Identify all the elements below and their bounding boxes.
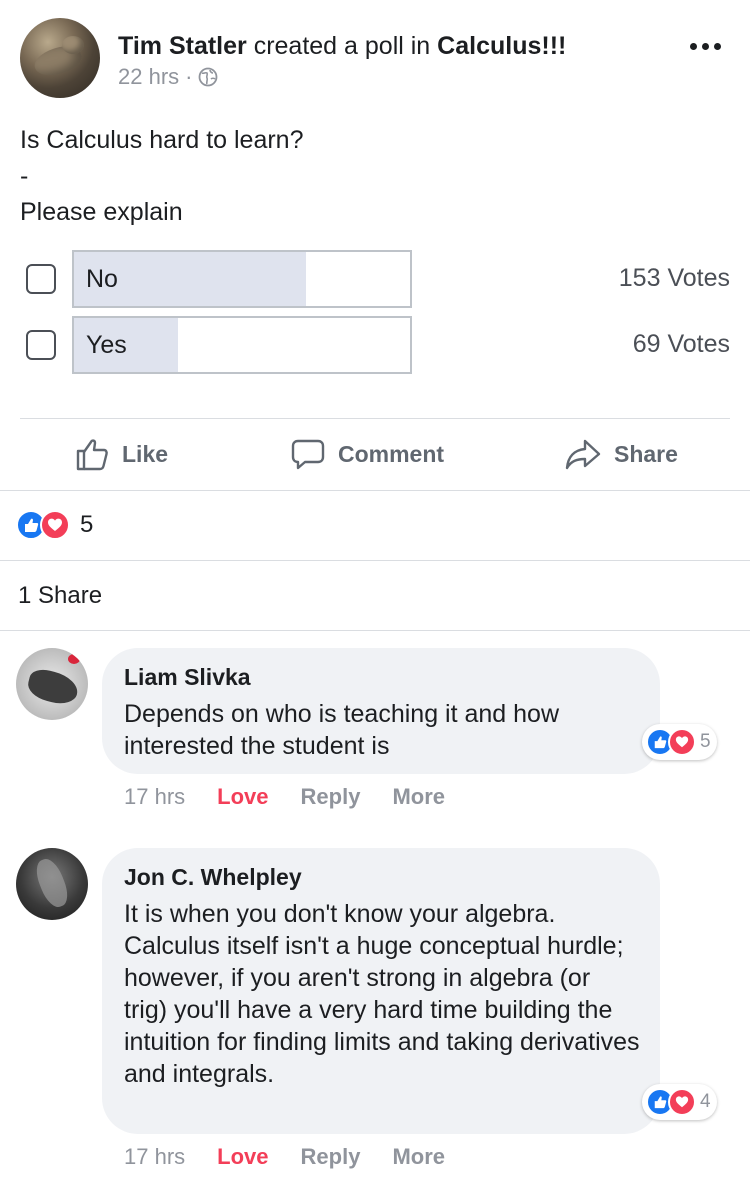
poll-option-no-bar[interactable]: No <box>72 250 412 308</box>
comment-reactions[interactable]: 4 <box>642 1084 717 1120</box>
divider <box>0 630 750 631</box>
post-timestamp[interactable]: 22 hrs <box>118 64 179 90</box>
author-avatar[interactable] <box>20 18 100 98</box>
share-label: Share <box>614 440 678 467</box>
commenter-name[interactable]: Liam Slivka <box>124 662 638 692</box>
commenter-avatar[interactable] <box>16 848 88 920</box>
comment-meta: 17 hrs Love Reply More <box>124 784 445 810</box>
post-text-line-1: Is Calculus hard to learn? <box>20 126 304 154</box>
reactions-summary[interactable]: 5 <box>16 510 93 540</box>
poll-option-no-checkbox[interactable] <box>26 264 56 294</box>
shares-count[interactable]: 1 Share <box>18 582 102 610</box>
thumbs-up-icon <box>76 439 108 471</box>
comment-reactions[interactable]: 5 <box>642 724 717 760</box>
comment-bubble[interactable]: Liam Slivka Depends on who is teaching i… <box>102 648 660 774</box>
meta-separator: · <box>185 64 193 89</box>
reactions-count: 5 <box>80 511 94 538</box>
comment-button[interactable]: Comment <box>290 434 444 474</box>
comment-bubble[interactable]: Jon C. Whelpley It is when you don't kno… <box>102 848 660 1134</box>
post-meta: 22 hrs · <box>118 64 218 90</box>
divider <box>0 490 750 491</box>
comment-icon <box>291 439 325 470</box>
poll-option-yes-label: Yes <box>86 331 127 359</box>
more-options-icon[interactable] <box>690 36 724 56</box>
commenter-name[interactable]: Jon C. Whelpley <box>124 862 638 892</box>
divider <box>0 560 750 561</box>
post-text-line-3: Please explain <box>20 198 183 226</box>
like-label: Like <box>122 440 169 467</box>
comment-love-button[interactable]: Love <box>217 1144 268 1170</box>
share-arrow-icon <box>565 439 601 470</box>
comment-reaction-count: 5 <box>700 731 711 752</box>
post-header-title: Tim Statler created a poll in Calculus!!… <box>118 30 566 62</box>
comment-text: It is when you don't know your algebra. … <box>124 900 640 1088</box>
love-icon <box>668 728 696 756</box>
poll-option-yes-votes[interactable]: 69 Votes <box>633 330 730 359</box>
comment-more-button[interactable]: More <box>392 1144 445 1170</box>
comment-label: Comment <box>338 440 445 467</box>
like-button[interactable]: Like <box>74 434 168 474</box>
comment-love-button[interactable]: Love <box>217 784 268 810</box>
author-name[interactable]: Tim Statler <box>118 32 247 60</box>
comment-reaction-count: 4 <box>700 1091 711 1112</box>
love-icon <box>40 510 70 540</box>
love-icon <box>668 1088 696 1116</box>
share-button[interactable]: Share <box>564 434 678 474</box>
post-text-line-2: - <box>20 162 29 190</box>
poll-option-no-votes[interactable]: 153 Votes <box>619 264 730 293</box>
poll-option-yes-checkbox[interactable] <box>26 330 56 360</box>
globe-icon <box>198 67 218 87</box>
group-name[interactable]: Calculus!!! <box>437 32 566 60</box>
poll-option-no-label: No <box>86 265 118 293</box>
comment-meta: 17 hrs Love Reply More <box>124 1144 445 1170</box>
poll-option-yes-bar[interactable]: Yes <box>72 316 412 374</box>
comment-timestamp[interactable]: 17 hrs <box>124 1144 185 1170</box>
commenter-avatar[interactable] <box>16 648 88 720</box>
comment-more-button[interactable]: More <box>392 784 445 810</box>
comment-timestamp[interactable]: 17 hrs <box>124 784 185 810</box>
comment-reply-button[interactable]: Reply <box>301 1144 361 1170</box>
comment-reply-button[interactable]: Reply <box>301 784 361 810</box>
comment-text: Depends on who is teaching it and how in… <box>124 700 560 760</box>
divider <box>20 418 730 419</box>
post-action-text: created a poll in <box>253 32 431 60</box>
